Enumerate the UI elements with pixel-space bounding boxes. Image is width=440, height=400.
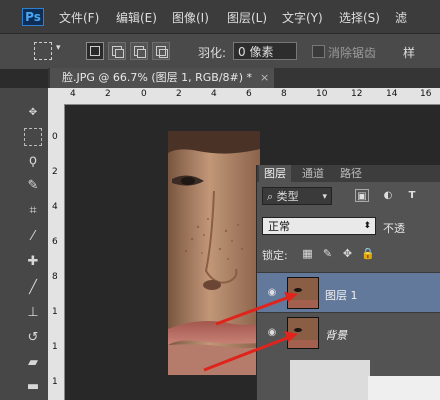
menu-type[interactable]: 文字(Y) — [282, 9, 323, 26]
ruler-tick: 2 — [52, 167, 58, 177]
search-icon: ⌕ — [267, 190, 277, 203]
document-tab-title: 脸.JPG @ 66.7% (图层 1, RGB/8#) * — [62, 71, 253, 84]
lock-all-icon[interactable]: 🔒 — [361, 247, 375, 260]
ruler-tick: 4 — [211, 89, 217, 99]
menu-bar: Ps 文件(F) 编辑(E) 图像(I) 图层(L) 文字(Y) 选择(S) 滤 — [0, 0, 440, 33]
document-tab[interactable]: 脸.JPG @ 66.7% (图层 1, RGB/8#) * × — [50, 68, 274, 88]
opacity-label: 不透 — [383, 222, 405, 235]
ruler-tick: 4 — [70, 89, 76, 99]
crop-tool-icon[interactable]: ⌗ — [24, 202, 42, 220]
face-photo[interactable] — [168, 131, 260, 375]
layer-thumbnail — [287, 277, 319, 309]
marquee-tool-preset-icon[interactable] — [34, 42, 52, 60]
menu-filter[interactable]: 滤 — [395, 9, 407, 26]
layer-name[interactable]: 背景 — [325, 327, 347, 343]
ruler-tick: 0 — [141, 89, 147, 99]
ruler-tick: 0 — [52, 132, 58, 142]
ruler-tick: 12 — [351, 89, 363, 99]
chevron-down-icon: ▾ — [322, 192, 327, 202]
style-label: 样 — [403, 46, 416, 60]
brush-tool-icon[interactable]: ╱ — [24, 279, 42, 297]
ruler-tick: 14 — [386, 89, 398, 99]
quick-selection-tool-icon[interactable]: ✎ — [24, 177, 42, 195]
menu-edit[interactable]: 编辑(E) — [116, 9, 157, 26]
move-tool-icon[interactable]: ✥ — [24, 104, 42, 122]
vertical-ruler: 0 2 4 6 8 1 1 1 — [48, 104, 65, 400]
tab-layers[interactable]: 图层 — [259, 165, 291, 182]
lock-image-pixels-icon[interactable]: ✎ — [321, 247, 334, 260]
antialias-checkbox[interactable] — [312, 45, 325, 58]
horizontal-ruler: 4 2 0 2 4 6 8 10 12 14 16 — [48, 88, 440, 105]
visibility-eye-icon[interactable]: ◉ — [265, 287, 279, 299]
adjustment-filter-icon[interactable]: ◐ — [381, 189, 395, 202]
preset-dropdown-icon[interactable]: ▾ — [56, 43, 61, 53]
filter-kind-label: 类型 — [276, 190, 299, 203]
panel-tab-bar: 图层 通道 路径 — [257, 165, 440, 182]
healing-brush-tool-icon[interactable]: ✚ — [24, 253, 42, 271]
lasso-tool-icon[interactable]: ϙ — [24, 152, 42, 170]
layer-name[interactable]: 图层 1 — [325, 287, 358, 303]
blend-mode-value: 正常 — [268, 220, 290, 233]
watermark-patch — [368, 376, 440, 400]
antialias-label: 消除锯齿 — [328, 46, 377, 60]
menu-file[interactable]: 文件(F) — [59, 9, 99, 26]
ruler-tick: 8 — [281, 89, 287, 99]
filter-kind-select[interactable]: ⌕ 类型 ▾ — [262, 187, 332, 205]
add-to-selection-icon[interactable] — [108, 42, 126, 60]
lock-position-icon[interactable]: ✥ — [341, 247, 354, 260]
feather-label: 羽化: — [198, 46, 227, 60]
ruler-tick: 1 — [52, 342, 58, 352]
pixel-filter-icon[interactable]: ▣ — [355, 189, 369, 202]
eraser-tool-icon[interactable]: ▰ — [24, 354, 42, 372]
eyedropper-tool-icon[interactable]: ⁄ — [24, 228, 42, 246]
menu-image[interactable]: 图像(I) — [172, 9, 209, 26]
subtract-from-selection-icon[interactable] — [130, 42, 148, 60]
rectangular-marquee-tool-icon[interactable] — [24, 128, 42, 146]
layer-row-background[interactable]: ◉ 背景 — [257, 312, 440, 353]
tab-paths[interactable]: 路径 — [335, 165, 367, 182]
intersect-selection-icon[interactable] — [152, 42, 170, 60]
photoshop-logo: Ps — [22, 8, 44, 26]
ruler-tick: 10 — [316, 89, 328, 99]
feather-input[interactable]: 0 像素 — [233, 42, 297, 60]
ruler-tick: 2 — [176, 89, 182, 99]
history-brush-tool-icon[interactable]: ↺ — [24, 329, 42, 347]
layer-row-layer-1[interactable]: ◉ 图层 1 — [257, 272, 440, 313]
chevron-updown-icon: ⬍ — [363, 221, 371, 231]
ruler-tick: 6 — [52, 237, 58, 247]
ruler-tick: 1 — [52, 307, 58, 317]
menu-select[interactable]: 选择(S) — [339, 9, 380, 26]
close-tab-icon[interactable]: × — [260, 68, 269, 88]
ruler-tick: 6 — [246, 89, 252, 99]
blend-mode-select[interactable]: 正常 ⬍ — [262, 217, 376, 235]
gradient-tool-icon[interactable]: ▬ — [24, 378, 42, 396]
clone-stamp-tool-icon[interactable]: ⊥ — [24, 304, 42, 322]
tab-channels[interactable]: 通道 — [297, 165, 329, 182]
ruler-tick: 16 — [420, 89, 432, 99]
watermark-patch — [290, 360, 370, 400]
layer-thumbnail — [287, 317, 319, 349]
ruler-tick: 4 — [52, 202, 58, 212]
ruler-tick: 8 — [52, 272, 58, 282]
ruler-tick: 2 — [105, 89, 111, 99]
menu-layer[interactable]: 图层(L) — [227, 9, 267, 26]
ruler-tick: 1 — [52, 377, 58, 387]
visibility-eye-icon[interactable]: ◉ — [265, 327, 279, 339]
lock-transparency-icon[interactable]: ▦ — [301, 247, 314, 260]
lock-label: 锁定: — [262, 249, 288, 262]
new-selection-icon[interactable] — [86, 42, 104, 60]
type-filter-icon[interactable]: T — [405, 189, 419, 202]
document-tab-bar: 脸.JPG @ 66.7% (图层 1, RGB/8#) * × — [48, 68, 440, 88]
tools-panel: ✥ ϙ ✎ ⌗ ⁄ ✚ ╱ ⊥ ↺ ▰ ▬ — [0, 88, 49, 400]
options-bar: ▾ 羽化: 0 像素 消除锯齿 样 — [0, 33, 440, 69]
